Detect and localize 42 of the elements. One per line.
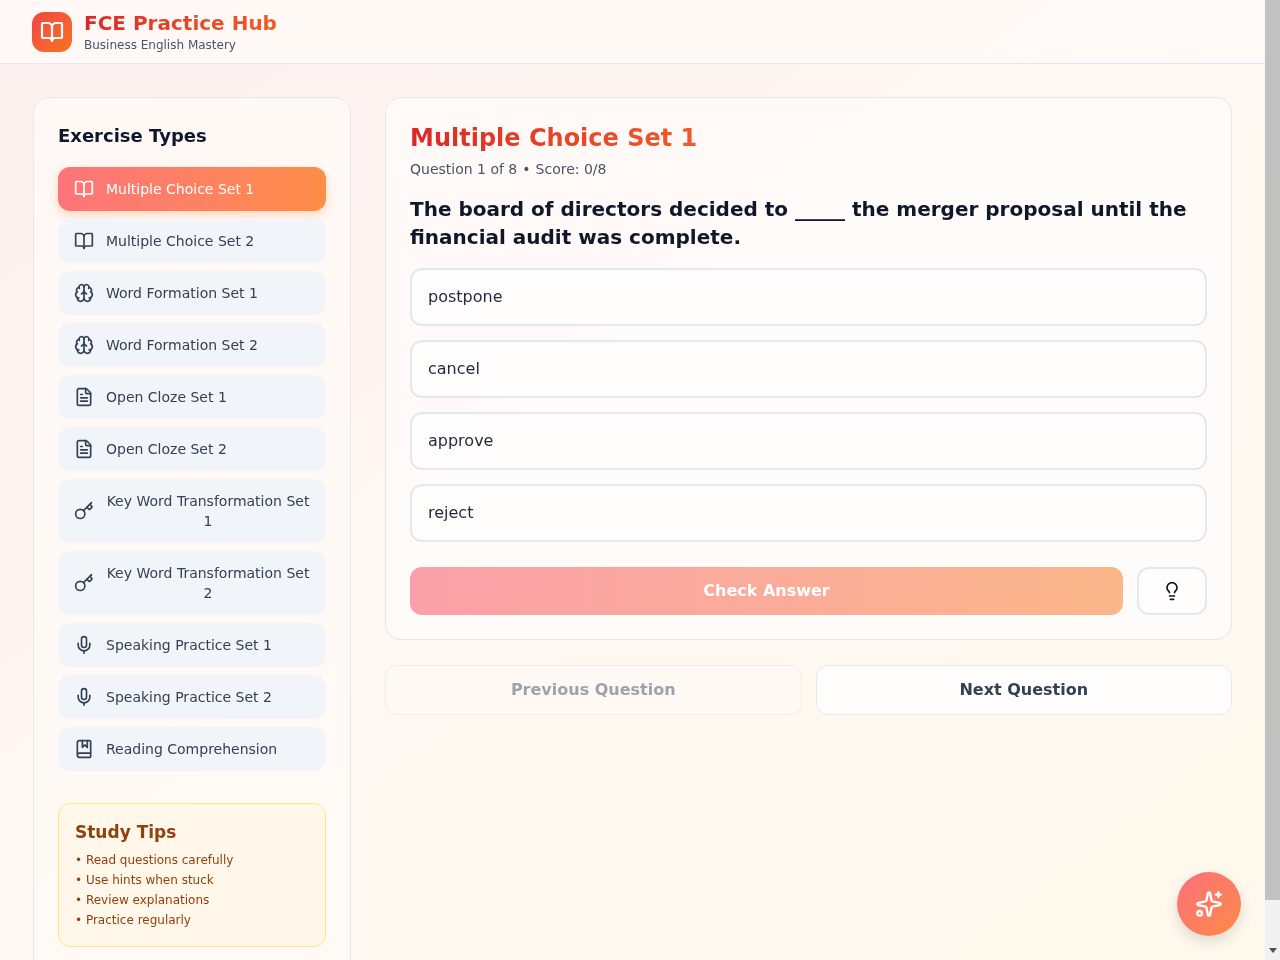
question-text: The board of directors decided to _____ the merger proposal until the financial audit was complete. xyxy=(410,196,1188,251)
answer-option[interactable]: cancel xyxy=(410,340,1207,398)
document-icon xyxy=(74,439,94,459)
sidebar-item[interactable]: Word Formation Set 2 xyxy=(58,323,326,367)
microphone-icon xyxy=(74,687,94,707)
sidebar-item[interactable]: Multiple Choice Set 2 xyxy=(58,219,326,263)
question-counter: Question 1 of 8 xyxy=(410,160,518,179)
book-logo-icon xyxy=(32,11,72,52)
scroll-down-arrow-icon[interactable] xyxy=(1268,948,1277,953)
key-icon xyxy=(74,573,94,593)
bookmarked-book-icon xyxy=(74,739,94,759)
brain-icon xyxy=(74,335,94,355)
app-subtitle: Business English Mastery xyxy=(84,36,236,53)
sidebar-item[interactable]: Speaking Practice Set 1 xyxy=(58,623,326,667)
document-icon xyxy=(74,387,94,407)
sidebar-heading: Exercise Types xyxy=(58,124,207,148)
study-tips-title: Study Tips xyxy=(75,821,177,844)
answer-option[interactable]: approve xyxy=(410,412,1207,470)
book-icon xyxy=(74,231,94,251)
study-tip: • Practice regularly xyxy=(75,912,191,929)
question-nav-button[interactable]: Next Question xyxy=(815,665,1232,715)
hint-button[interactable] xyxy=(1137,567,1207,615)
study-tip: • Review explanations xyxy=(75,892,210,909)
key-icon xyxy=(74,501,94,521)
answer-option[interactable]: reject xyxy=(410,484,1207,542)
sidebar-item[interactable]: Reading Comprehension xyxy=(58,727,326,771)
sidebar-item[interactable]: Open Cloze Set 2 xyxy=(58,427,326,471)
sidebar-item[interactable]: Speaking Practice Set 2 xyxy=(58,675,326,719)
score-text: Score: 0/8 xyxy=(535,160,607,179)
sparkles-icon xyxy=(1195,890,1223,918)
assistant-fab[interactable] xyxy=(1177,872,1241,936)
book-icon xyxy=(74,179,94,199)
separator-dot: • xyxy=(522,160,531,179)
answer-option[interactable]: postpone xyxy=(410,268,1207,326)
sidebar-item[interactable]: Word Formation Set 1 xyxy=(58,271,326,315)
microphone-icon xyxy=(74,635,94,655)
study-tip: • Use hints when stuck xyxy=(75,872,214,889)
sidebar-item[interactable]: Open Cloze Set 1 xyxy=(58,375,326,419)
study-tip: • Read questions carefully xyxy=(75,852,234,869)
brain-icon xyxy=(74,283,94,303)
sidebar-item[interactable]: Key Word Transformation Set 1 xyxy=(58,479,326,543)
sidebar-item[interactable]: Key Word Transformation Set 2 xyxy=(58,551,326,615)
